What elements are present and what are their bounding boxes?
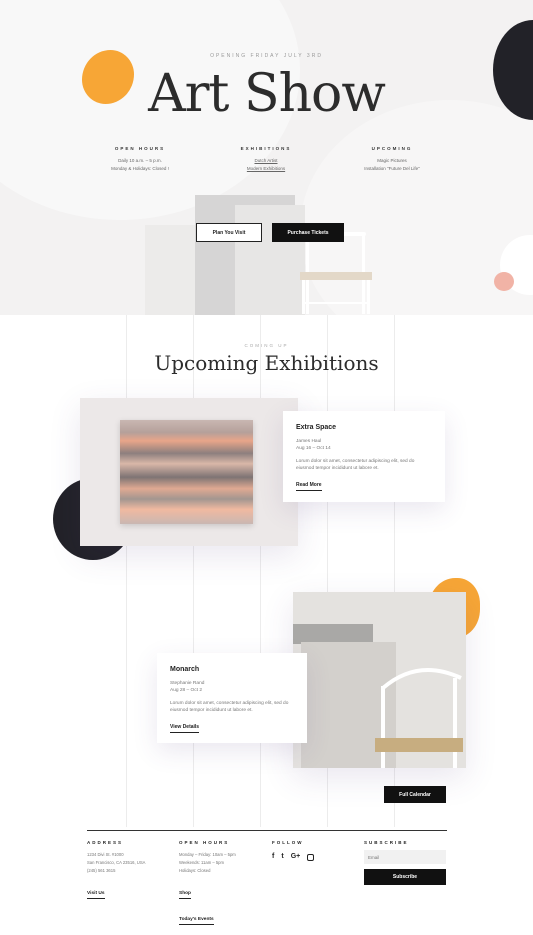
exhibit-description: Lorum dolor sit amet, consectetur adipis… bbox=[170, 701, 289, 713]
hero-section: OPENING FRIDAY JULY 3RD Art Show OPEN HO… bbox=[0, 0, 533, 315]
section-title: Upcoming Exhibitions bbox=[154, 351, 379, 375]
chair-image bbox=[375, 668, 463, 768]
info-heading: OPEN HOURS bbox=[114, 146, 166, 151]
footer-heading: OPEN HOURS bbox=[179, 840, 230, 845]
exhibit-description: Lorum dolor sit amet, consectetur adipis… bbox=[296, 459, 415, 471]
chair-image bbox=[300, 232, 372, 314]
pink-blob bbox=[494, 272, 514, 291]
gallery-panel bbox=[235, 205, 305, 315]
footer-heading: SUBSCRIBE bbox=[364, 840, 409, 845]
hours-line: Holidays: Closed bbox=[179, 868, 211, 873]
read-more-link[interactable]: Read More bbox=[296, 482, 322, 491]
full-calendar-button[interactable]: Full Calendar bbox=[384, 786, 446, 803]
exhibit-artist: James Haul bbox=[296, 439, 322, 444]
hours-line: Monday – Friday: 10am – 5pm bbox=[179, 852, 236, 857]
todays-events-link[interactable]: Today's Events bbox=[179, 917, 214, 925]
exhibit-title: Monarch bbox=[170, 666, 200, 673]
info-heading: EXHIBITIONS bbox=[240, 146, 292, 151]
exhibit-card: Monarch Stephanie Rand Aug 28 – Oct 2 Lo… bbox=[157, 653, 307, 743]
info-line: Daily 10 a.m. – 5 p.m. bbox=[118, 158, 162, 163]
footer-follow: FOLLOW f t G+ bbox=[272, 840, 362, 861]
subscribe-button[interactable]: Subscribe bbox=[364, 869, 446, 885]
footer-divider bbox=[87, 830, 447, 831]
exhibit-artist: Stephanie Rand bbox=[170, 681, 205, 686]
exhibit-card: Extra Space James Haul Aug 16 – Oct 14 L… bbox=[283, 411, 445, 502]
google-plus-icon[interactable]: G+ bbox=[291, 853, 301, 861]
exhibition-link[interactable]: Dutch Artist bbox=[206, 157, 326, 165]
purchase-tickets-button[interactable]: Purchase Tickets bbox=[272, 223, 344, 242]
info-line: Installation "Future Del Life" bbox=[364, 166, 420, 171]
footer-hours: OPEN HOURS Monday – Friday: 10am – 5pm W… bbox=[179, 840, 269, 925]
instagram-icon[interactable] bbox=[307, 854, 315, 861]
info-line: Monday & Holidays: Closed ! bbox=[111, 166, 169, 171]
exhibition-link[interactable]: Modern Exhibitions bbox=[206, 165, 326, 173]
footer-subscribe: SUBSCRIBE Subscribe bbox=[364, 840, 447, 885]
view-details-link[interactable]: View Details bbox=[170, 724, 200, 733]
email-input[interactable] bbox=[364, 850, 446, 864]
exhibit-photo bbox=[293, 592, 466, 768]
frame-shape bbox=[293, 624, 373, 644]
plan-visit-button[interactable]: Plan You Visit bbox=[196, 223, 262, 242]
hero-tagline: OPENING FRIDAY JULY 3RD bbox=[210, 53, 323, 59]
address-line: San Francisco, CA 23516, USA bbox=[87, 860, 146, 865]
address-line: 1234 Divi St. #1000 bbox=[87, 852, 124, 857]
info-exhibitions: EXHIBITIONS Dutch Artist Modern Exhibiti… bbox=[206, 146, 326, 173]
exhibit-dates: Aug 16 – Oct 14 bbox=[296, 446, 331, 451]
twitter-icon[interactable]: t bbox=[281, 853, 283, 861]
footer-address: ADDRESS 1234 Divi St. #1000 San Francisc… bbox=[87, 840, 177, 899]
info-upcoming: UPCOMING Magic Pictures Installation "Fu… bbox=[332, 146, 452, 173]
exhibit-title: Extra Space bbox=[296, 424, 337, 431]
facebook-icon[interactable]: f bbox=[272, 853, 274, 861]
hours-line: Weekends: 11am – 5pm bbox=[179, 860, 225, 865]
footer-heading: ADDRESS bbox=[87, 840, 124, 845]
grid-line bbox=[193, 315, 194, 827]
info-heading: UPCOMING bbox=[371, 146, 413, 151]
footer-heading: FOLLOW bbox=[272, 840, 304, 845]
info-open-hours: OPEN HOURS Daily 10 a.m. – 5 p.m. Monday… bbox=[80, 146, 200, 173]
shop-link[interactable]: Shop bbox=[179, 891, 191, 899]
exhibit-dates: Aug 28 – Oct 2 bbox=[170, 688, 202, 693]
visit-us-link[interactable]: Visit Us bbox=[87, 891, 105, 899]
section-eyebrow: COMING UP bbox=[244, 343, 289, 348]
phone-line: (245) 561 3615 bbox=[87, 868, 116, 873]
grid-line bbox=[126, 315, 127, 827]
grid-line bbox=[260, 315, 261, 827]
painting-image bbox=[120, 420, 253, 524]
hero-title: Art Show bbox=[148, 64, 386, 124]
info-line: Magic Pictures bbox=[377, 158, 407, 163]
